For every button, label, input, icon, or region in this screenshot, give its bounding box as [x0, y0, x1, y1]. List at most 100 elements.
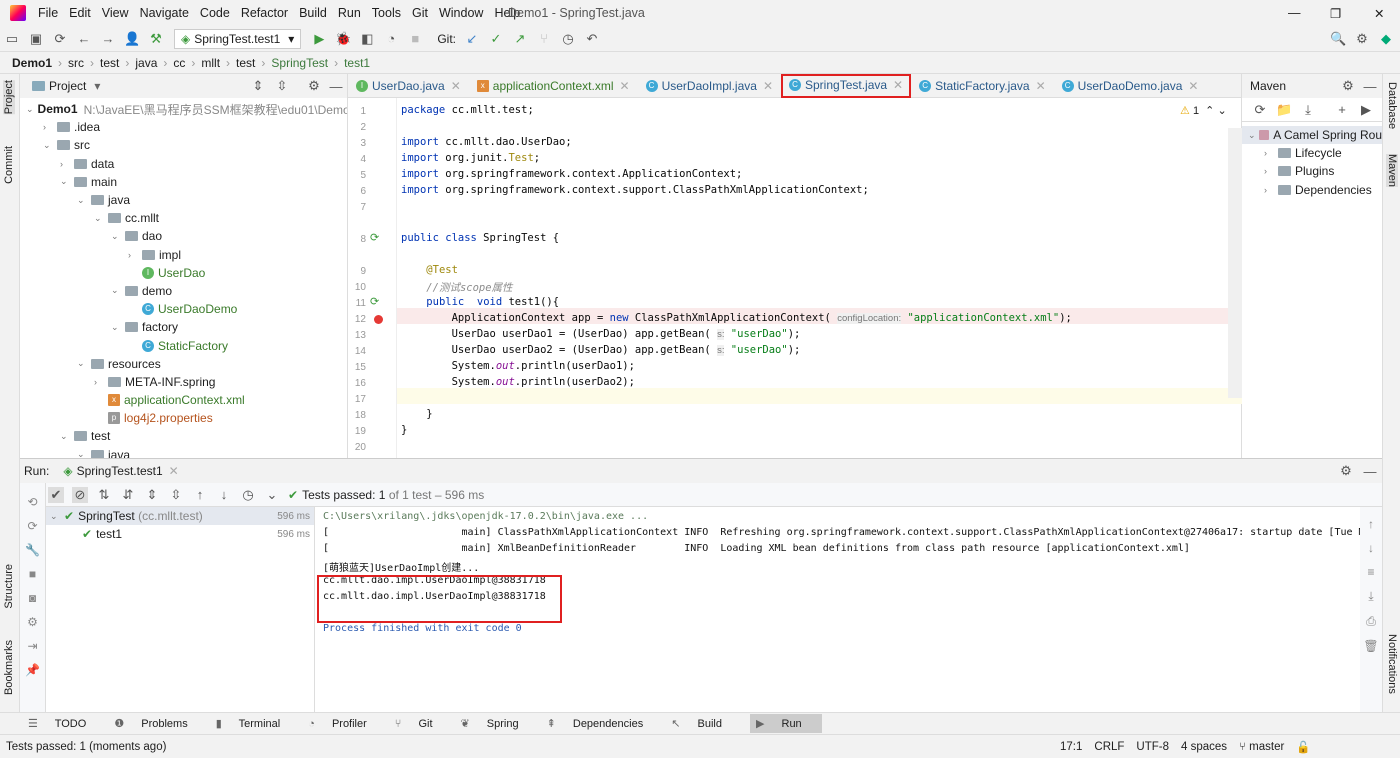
scroll-end-icon[interactable]: ⤓ — [1368, 589, 1373, 604]
tool-maven[interactable]: Maven — [1386, 154, 1398, 188]
hide-icon[interactable]: — — [1362, 79, 1378, 94]
breadcrumb-item[interactable]: SpringTest — [271, 56, 328, 70]
expand-all-icon[interactable]: ⇕ — [250, 78, 266, 94]
maximize-button[interactable]: ❐ — [1330, 6, 1341, 21]
git-update-icon[interactable]: ↙ — [464, 31, 480, 47]
project-title[interactable]: Project — [49, 79, 86, 93]
gear-icon[interactable]: ⚙ — [1340, 78, 1356, 94]
indent-setting[interactable]: 4 spaces — [1181, 741, 1227, 753]
tree-item[interactable]: ⌄ test — [20, 427, 347, 445]
scroll-down-icon[interactable]: ↓ — [1368, 541, 1374, 555]
tree-item[interactable]: ⌄ demo — [20, 282, 347, 300]
tool-window-run[interactable]: ▶ Run — [749, 714, 822, 733]
menu-window[interactable]: Window — [439, 6, 483, 20]
tree-item[interactable]: ⌄ java — [20, 446, 347, 458]
editor-scrollbar[interactable] — [1228, 128, 1242, 398]
breadcrumb-item[interactable]: mllt — [201, 56, 220, 70]
tool-window-spring[interactable]: ❦ Spring — [461, 717, 533, 730]
maven-plugins[interactable]: › Plugins — [1242, 162, 1382, 180]
git-merge-icon[interactable]: ⑂ — [536, 31, 552, 46]
editor-tab[interactable]: C StaticFactory.java ✕ — [911, 74, 1054, 98]
run-gutter-icon[interactable]: ⟳ — [370, 231, 379, 244]
build-hammer-icon[interactable]: ⚒ — [148, 31, 164, 47]
print-icon[interactable]: ⎙ — [1366, 614, 1376, 629]
wrench-icon[interactable]: 🔧 — [25, 543, 40, 557]
run-tab[interactable]: ◈ SpringTest.test1 ✕ — [63, 464, 178, 478]
close-window-button[interactable]: ✕ — [1374, 6, 1384, 21]
tree-item[interactable]: ⌄ factory — [20, 318, 347, 336]
run-gutter-icon[interactable]: ⟳ — [370, 295, 379, 308]
editor-tab[interactable]: C SpringTest.java ✕ — [781, 73, 912, 98]
forward-icon[interactable]: → — [100, 31, 116, 46]
coverage-icon[interactable]: ◧ — [359, 31, 375, 47]
collapse-all-icon[interactable]: ⇳ — [274, 78, 290, 94]
breadcrumb-item[interactable]: Demo1 — [12, 56, 52, 70]
profile-icon[interactable]: ◔ — [383, 31, 399, 46]
open-folder-icon[interactable]: ▭ — [4, 31, 20, 47]
breadcrumb-item[interactable]: java — [135, 56, 157, 70]
file-encoding[interactable]: UTF-8 — [1136, 741, 1169, 753]
collapse-all-icon[interactable]: ⇳ — [168, 487, 184, 503]
tool-commit[interactable]: Commit — [3, 146, 15, 184]
git-push-icon[interactable]: ↗ — [512, 31, 528, 47]
sort-alpha-icon[interactable]: ⇅ — [96, 487, 112, 503]
tree-item[interactable]: › .idea — [20, 118, 347, 136]
gear-icon[interactable]: ⚙ — [306, 78, 322, 94]
add-project-icon[interactable]: 📁 — [1276, 102, 1292, 118]
tool-database[interactable]: Database — [1386, 82, 1398, 129]
test-suite[interactable]: ⌄ ✔ SpringTest (cc.mllt.test) 596 ms — [46, 507, 314, 526]
next-fail-icon[interactable]: ↓ — [216, 487, 232, 502]
warnings-indicator[interactable]: ⚠ 1 ⌃ ⌄ — [1180, 104, 1227, 118]
git-commit-icon[interactable]: ✓ — [488, 31, 504, 47]
tree-item[interactable]: I UserDao — [20, 264, 347, 282]
tree-item[interactable]: ⌄ resources — [20, 355, 347, 373]
debug-icon[interactable]: ⟳ — [27, 519, 37, 533]
breadcrumb-item[interactable]: test — [236, 56, 255, 70]
menu-build[interactable]: Build — [299, 6, 327, 20]
trash-icon[interactable]: 🗑 — [1363, 639, 1378, 653]
minimize-button[interactable]: — — [1288, 6, 1301, 20]
soft-wrap-icon[interactable]: ≡ — [1367, 565, 1374, 579]
close-tab-icon[interactable]: ✕ — [1188, 79, 1198, 93]
debug-icon[interactable]: 🐞 — [335, 31, 351, 47]
tree-item[interactable]: x applicationContext.xml — [20, 391, 347, 409]
close-tab-icon[interactable]: ✕ — [893, 78, 903, 92]
editor-tab[interactable]: C UserDaoDemo.java ✕ — [1054, 74, 1207, 98]
editor-tab[interactable]: I UserDao.java ✕ — [348, 74, 469, 98]
tree-item[interactable]: C StaticFactory — [20, 336, 347, 354]
menu-edit[interactable]: Edit — [69, 6, 91, 20]
more-icon[interactable]: ⌄ — [264, 487, 280, 503]
maven-dependencies[interactable]: › Dependencies — [1242, 181, 1382, 199]
code-area[interactable]: 1 package cc.mllt.test; 2 3 import cc.mllt.d… — [348, 98, 1242, 458]
tool-project[interactable]: Project — [3, 80, 15, 115]
history-icon[interactable]: ◷ — [240, 487, 256, 503]
tool-window-build[interactable]: ↖ Build — [671, 717, 736, 730]
tool-window-terminal[interactable]: ▮ Terminal — [216, 717, 295, 730]
breadcrumb-item[interactable]: test — [100, 56, 119, 70]
console-output[interactable]: C:\Users\xrilang\.jdks\openjdk-17.0.2\bi… — [315, 507, 1365, 713]
close-tab-icon[interactable]: ✕ — [1036, 79, 1046, 93]
breadcrumb-item[interactable]: test1 — [344, 56, 370, 70]
menu-run[interactable]: Run — [338, 6, 361, 20]
tree-item[interactable]: ⌄ java — [20, 191, 347, 209]
save-icon[interactable]: ▣ — [28, 31, 44, 47]
tree-item[interactable]: ⌄ src — [20, 136, 347, 154]
tool-notifications[interactable]: Notifications — [1386, 634, 1398, 694]
menu-code[interactable]: Code — [200, 6, 230, 20]
menu-navigate[interactable]: Navigate — [140, 6, 189, 20]
hide-icon[interactable]: — — [1362, 464, 1378, 479]
line-separator[interactable]: CRLF — [1094, 741, 1124, 753]
scroll-up-icon[interactable]: ↑ — [1368, 517, 1374, 531]
console-scrollbar[interactable] — [1342, 507, 1356, 713]
tool-window-dependencies[interactable]: ⇞ Dependencies — [547, 717, 658, 730]
tool-window-problems[interactable]: ❶ Problems — [114, 717, 201, 730]
tree-item[interactable]: ⌄ cc.mllt — [20, 209, 347, 227]
tree-item[interactable]: ⌄ dao — [20, 227, 347, 245]
lock-icon[interactable]: 🔓 — [1296, 740, 1310, 754]
caret-position[interactable]: 17:1 — [1060, 741, 1082, 753]
stop-icon[interactable]: ■ — [407, 31, 423, 46]
tree-item[interactable]: › META-INF.spring — [20, 373, 347, 391]
expand-all-icon[interactable]: ⇕ — [144, 487, 160, 503]
tree-root[interactable]: ⌄ Demo1 N:\JavaEE\黑马程序员SSM框架教程\edu01\Dem… — [20, 100, 347, 118]
tree-item[interactable]: ⌄ main — [20, 173, 347, 191]
